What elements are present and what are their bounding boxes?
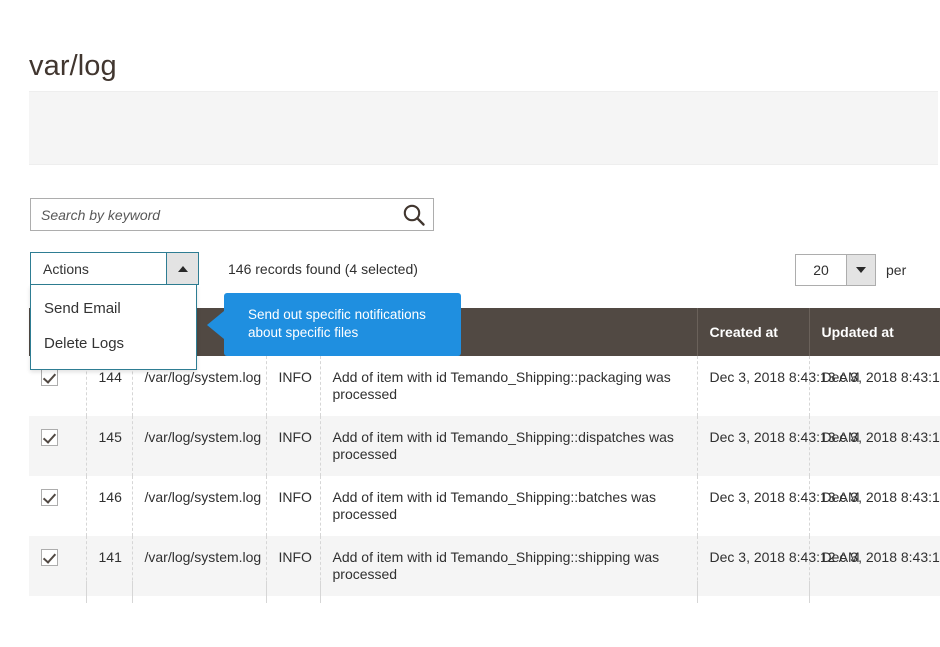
row-checkbox[interactable] — [41, 549, 58, 566]
column-header-created-at[interactable]: Created at — [697, 308, 810, 356]
table-row[interactable]: 141 /var/log/system.log INFO Add of item… — [29, 536, 940, 596]
cell-file: /var/log/system.log — [132, 476, 267, 536]
row-checkbox[interactable] — [41, 489, 58, 506]
cell-file: /var/log/system.log — [132, 536, 267, 596]
row-select-cell[interactable] — [29, 476, 87, 536]
cell-created-at: Dec 3, 2018 8:43:12 AM — [697, 536, 860, 596]
per-page-select[interactable]: 20 — [795, 254, 876, 286]
search-input[interactable] — [31, 199, 391, 230]
cell-level: INFO — [266, 536, 321, 596]
actions-dropdown: Actions Send Email Delete Logs — [30, 252, 199, 370]
grid-column-rule — [809, 581, 810, 603]
cell-message: Add of item with id Temando_Shipping::sh… — [320, 536, 698, 596]
grid-column-rule — [86, 581, 87, 603]
tooltip-callout: Send out specific notifications about sp… — [207, 293, 461, 356]
cell-message: Add of item with id Temando_Shipping::ba… — [320, 476, 698, 536]
grid-column-rule — [266, 581, 267, 603]
column-header-updated-at[interactable]: Updated at — [809, 308, 940, 356]
cell-message: Add of item with id Temando_Shipping::di… — [320, 416, 698, 476]
cell-level: INFO — [266, 356, 321, 416]
cell-id: 141 — [86, 536, 133, 596]
tooltip-text: Send out specific notifications about sp… — [248, 307, 426, 340]
per-page-value: 20 — [813, 262, 829, 278]
page-title: var/log — [29, 50, 117, 83]
cell-updated-at: Dec 3, 2018 8:43:13 AM — [809, 356, 940, 416]
row-select-cell[interactable] — [29, 416, 87, 476]
empty-filters-panel — [29, 91, 938, 165]
grid-column-rule — [132, 581, 133, 603]
search-icon[interactable] — [401, 202, 427, 228]
actions-button[interactable]: Actions — [30, 252, 199, 285]
cell-id: 145 — [86, 416, 133, 476]
actions-menu-item-send-email[interactable]: Send Email — [31, 291, 196, 326]
grid-column-rule — [320, 581, 321, 603]
row-select-cell[interactable] — [29, 536, 87, 596]
table-row[interactable]: 145 /var/log/system.log INFO Add of item… — [29, 416, 940, 476]
cell-file: /var/log/system.log — [132, 416, 267, 476]
grid-body: 144 /var/log/system.log INFO Add of item… — [29, 356, 940, 596]
chevron-up-icon[interactable] — [166, 253, 198, 284]
row-checkbox[interactable] — [41, 429, 58, 446]
log-grid-page: var/log 146 records found (4 selected) 2… — [0, 0, 940, 647]
cell-created-at: Dec 3, 2018 8:43:13 AM — [697, 476, 860, 536]
table-row[interactable]: 146 /var/log/system.log INFO Add of item… — [29, 476, 940, 536]
grid-column-rule — [697, 581, 698, 603]
actions-menu-item-delete-logs[interactable]: Delete Logs — [31, 326, 196, 361]
search-box[interactable] — [30, 198, 434, 231]
per-page-control: 20 per — [795, 254, 906, 286]
cell-updated-at: Dec 3, 2018 8:43:13 AM — [809, 416, 940, 476]
per-page-label: per — [886, 262, 907, 278]
cell-level: INFO — [266, 416, 321, 476]
actions-menu: Send Email Delete Logs — [30, 285, 197, 370]
cell-created-at: Dec 3, 2018 8:43:13 AM — [697, 416, 860, 476]
cell-id: 146 — [86, 476, 133, 536]
cell-message: Add of item with id Temando_Shipping::pa… — [320, 356, 698, 416]
records-found-label: 146 records found (4 selected) — [228, 261, 418, 277]
cell-updated-at: Dec 3, 2018 8:43:13 AM — [809, 476, 940, 536]
chevron-down-icon[interactable] — [846, 255, 875, 285]
row-checkbox[interactable] — [41, 369, 58, 386]
actions-button-label: Actions — [43, 260, 89, 277]
cell-created-at: Dec 3, 2018 8:43:13 AM — [697, 356, 860, 416]
cell-updated-at: Dec 3, 2018 8:43:12 AM — [809, 536, 940, 596]
cell-level: INFO — [266, 476, 321, 536]
